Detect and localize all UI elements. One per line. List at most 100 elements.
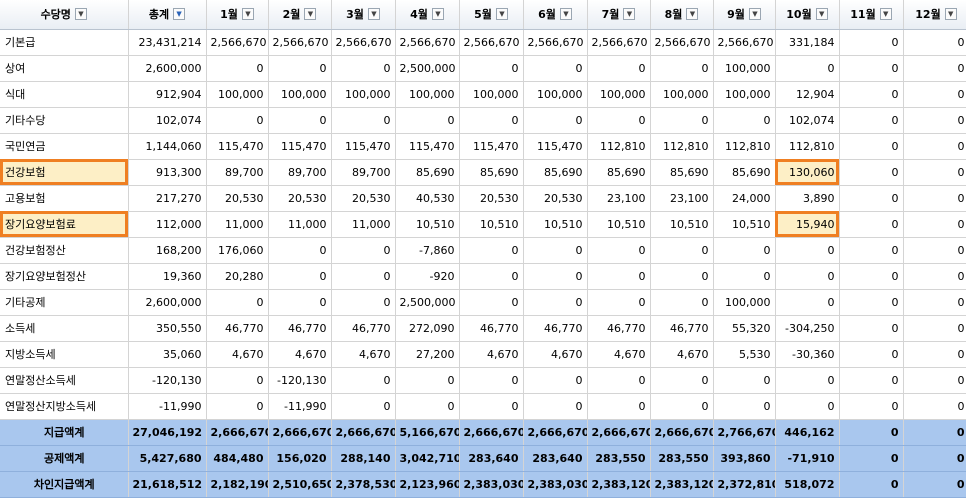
month-value-cell[interactable]: 2,566,670: [459, 29, 524, 56]
month-value-cell[interactable]: 20,530: [331, 185, 396, 212]
month-value-cell[interactable]: 0: [839, 107, 904, 134]
table-row[interactable]: 국민연금 1,144,060 115,470 115,470 115,470 115,47…: [0, 133, 966, 160]
month-value-cell[interactable]: 0: [839, 393, 904, 420]
summary-month-cell[interactable]: 2,666,670: [206, 419, 269, 446]
month-value-cell[interactable]: 0: [206, 393, 269, 420]
summary-month-cell[interactable]: 2,666,670: [587, 419, 651, 446]
month-value-cell[interactable]: 0: [331, 367, 396, 394]
month-value-cell[interactable]: 10,510: [587, 211, 651, 238]
table-row[interactable]: 소득세 350,550 46,770 46,770 46,770 272,090 46,77…: [0, 315, 966, 342]
month-value-cell[interactable]: 85,690: [713, 159, 776, 186]
row-label-cell[interactable]: 상여: [0, 55, 129, 82]
summary-month-cell[interactable]: 288,140: [331, 445, 396, 472]
month-value-cell[interactable]: 0: [523, 55, 588, 82]
month-value-cell[interactable]: 0: [587, 393, 651, 420]
summary-row[interactable]: 지급액계 27,046,192 2,666,670 2,666,670 2,666,67…: [0, 419, 966, 446]
row-label-cell[interactable]: 기타공제: [0, 289, 129, 316]
summary-month-cell[interactable]: 2,372,810: [713, 471, 776, 498]
month-value-cell[interactable]: 100,000: [713, 55, 776, 82]
table-row[interactable]: 기타수당 102,074 0 0 0 0 0 0 0 0 0 102,074 0 0: [0, 107, 966, 134]
month-value-cell[interactable]: 20,530: [206, 185, 269, 212]
month-value-cell[interactable]: 0: [587, 107, 651, 134]
month-value-cell[interactable]: 10,510: [650, 211, 714, 238]
month-value-cell[interactable]: 115,470: [523, 133, 588, 160]
month-value-cell[interactable]: 24,000: [713, 185, 776, 212]
column-header-month-11[interactable]: 11월 ▼: [839, 0, 904, 30]
month-value-cell[interactable]: 0: [775, 393, 840, 420]
month-value-cell[interactable]: 0: [775, 55, 840, 82]
summary-month-cell[interactable]: 2,766,670: [713, 419, 776, 446]
month-value-cell[interactable]: 130,060: [775, 159, 840, 186]
month-value-cell[interactable]: 55,320: [713, 315, 776, 342]
month-value-cell[interactable]: 115,470: [395, 133, 460, 160]
month-value-cell[interactable]: 4,670: [331, 341, 396, 368]
summary-total-cell[interactable]: 27,046,192: [128, 419, 207, 446]
total-cell[interactable]: 350,550: [128, 315, 207, 342]
month-value-cell[interactable]: 4,670: [650, 341, 714, 368]
month-value-cell[interactable]: 10,510: [459, 211, 524, 238]
month-value-cell[interactable]: 112,810: [587, 133, 651, 160]
month-value-cell[interactable]: 3,890: [775, 185, 840, 212]
month-value-cell[interactable]: 0: [903, 133, 966, 160]
month-value-cell[interactable]: 0: [839, 81, 904, 108]
month-value-cell[interactable]: 0: [903, 159, 966, 186]
month-value-cell[interactable]: 85,690: [395, 159, 460, 186]
table-row[interactable]: 건강보험 913,300 89,700 89,700 89,700 85,690 85,69…: [0, 159, 966, 186]
total-cell[interactable]: 2,600,000: [128, 289, 207, 316]
month-value-cell[interactable]: 2,566,670: [587, 29, 651, 56]
summary-month-cell[interactable]: 393,860: [713, 445, 776, 472]
column-header-month-8[interactable]: 8월 ▼: [650, 0, 714, 30]
month-value-cell[interactable]: 0: [903, 263, 966, 290]
month-value-cell[interactable]: 100,000: [713, 81, 776, 108]
month-value-cell[interactable]: 0: [206, 367, 269, 394]
month-value-cell[interactable]: 10,510: [523, 211, 588, 238]
summary-month-cell[interactable]: 0: [839, 445, 904, 472]
month-value-cell[interactable]: 0: [650, 107, 714, 134]
month-value-cell[interactable]: 89,700: [331, 159, 396, 186]
month-value-cell[interactable]: 0: [268, 263, 332, 290]
row-label-cell[interactable]: 장기요양보험료: [0, 211, 129, 238]
month-value-cell[interactable]: 27,200: [395, 341, 460, 368]
month-value-cell[interactable]: 0: [839, 159, 904, 186]
row-label-cell[interactable]: 식대: [0, 81, 129, 108]
table-row[interactable]: 기본급 23,431,214 2,566,670 2,566,670 2,566,670…: [0, 29, 966, 56]
summary-month-cell[interactable]: 0: [839, 419, 904, 446]
summary-month-cell[interactable]: 484,480: [206, 445, 269, 472]
month-value-cell[interactable]: 0: [650, 289, 714, 316]
table-row[interactable]: 연말정산소득세 -120,130 0 -120,130 0 0 0 0 0 0 0 0 0 0: [0, 367, 966, 394]
month-value-cell[interactable]: 115,470: [331, 133, 396, 160]
month-value-cell[interactable]: 100,000: [268, 81, 332, 108]
filter-dropdown-icon[interactable]: ▼: [495, 8, 508, 21]
total-cell[interactable]: 102,074: [128, 107, 207, 134]
month-value-cell[interactable]: 0: [839, 341, 904, 368]
row-label-cell[interactable]: 지방소득세: [0, 341, 129, 368]
month-value-cell[interactable]: 100,000: [331, 81, 396, 108]
total-cell[interactable]: 2,600,000: [128, 55, 207, 82]
month-value-cell[interactable]: 2,566,670: [650, 29, 714, 56]
summary-month-cell[interactable]: 446,162: [775, 419, 840, 446]
total-cell[interactable]: 912,904: [128, 81, 207, 108]
month-value-cell[interactable]: 0: [903, 315, 966, 342]
summary-month-cell[interactable]: 0: [903, 445, 966, 472]
month-value-cell[interactable]: 0: [903, 211, 966, 238]
month-value-cell[interactable]: 89,700: [268, 159, 332, 186]
month-value-cell[interactable]: 0: [331, 289, 396, 316]
month-value-cell[interactable]: 2,566,670: [395, 29, 460, 56]
month-value-cell[interactable]: 0: [839, 237, 904, 264]
month-value-cell[interactable]: 0: [523, 237, 588, 264]
month-value-cell[interactable]: 0: [331, 263, 396, 290]
month-value-cell[interactable]: 100,000: [587, 81, 651, 108]
month-value-cell[interactable]: 0: [587, 367, 651, 394]
month-value-cell[interactable]: 272,090: [395, 315, 460, 342]
month-value-cell[interactable]: 10,510: [395, 211, 460, 238]
month-value-cell[interactable]: 0: [775, 263, 840, 290]
month-value-cell[interactable]: 0: [459, 263, 524, 290]
month-value-cell[interactable]: 0: [268, 237, 332, 264]
month-value-cell[interactable]: 10,510: [713, 211, 776, 238]
summary-month-cell[interactable]: 518,072: [775, 471, 840, 498]
summary-month-cell[interactable]: 0: [903, 471, 966, 498]
month-value-cell[interactable]: 20,530: [459, 185, 524, 212]
month-value-cell[interactable]: 0: [839, 263, 904, 290]
filter-dropdown-icon[interactable]: ▼: [74, 8, 87, 21]
month-value-cell[interactable]: 20,530: [268, 185, 332, 212]
